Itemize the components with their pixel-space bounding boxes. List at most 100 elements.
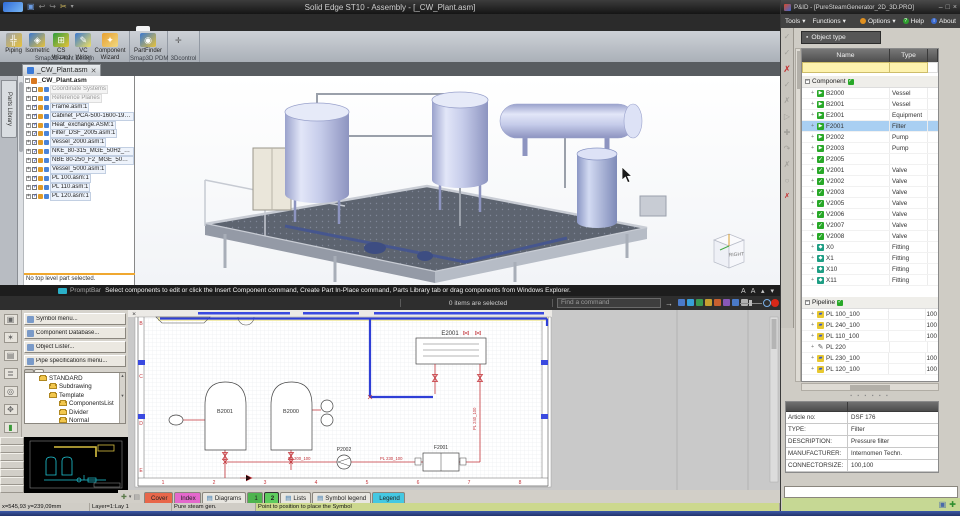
pane-splitter[interactable] xyxy=(24,273,135,275)
component-row[interactable]: B2001 Vessel xyxy=(802,99,938,110)
table-hscrollbar[interactable] xyxy=(801,383,939,391)
setting-cell[interactable] xyxy=(0,477,24,485)
menu-help[interactable]: ?Help xyxy=(903,18,924,25)
rotate-icon[interactable] xyxy=(714,299,721,306)
visibility-checkbox[interactable] xyxy=(32,131,37,136)
sheet-tab[interactable]: Cover xyxy=(144,492,173,503)
delete-small-icon[interactable]: ✗ xyxy=(784,193,790,201)
zoom-area-icon[interactable] xyxy=(687,299,694,306)
pipeline-row[interactable]: PL 110_100 100 xyxy=(802,331,938,342)
tree-item[interactable]: Coordinate Systems xyxy=(24,85,134,94)
visibility-checkbox[interactable] xyxy=(32,167,37,172)
zoom-icon[interactable] xyxy=(696,299,703,306)
sheet-dropdown-icon[interactable]: ▾ xyxy=(129,494,132,500)
expand-icon[interactable] xyxy=(811,211,815,217)
menu-about[interactable]: iAbout xyxy=(931,18,956,25)
expand-icon[interactable] xyxy=(26,96,31,101)
component-row[interactable]: X0 Fitting xyxy=(802,242,938,253)
pid-canvas[interactable]: ✕ E2001 xyxy=(128,310,780,490)
expand-icon[interactable] xyxy=(811,156,815,162)
pipeline-row[interactable]: PL 220 xyxy=(802,342,938,353)
component-row[interactable]: V2005 Valve xyxy=(802,198,938,209)
pipe-spec-icon[interactable]: ≣ xyxy=(4,368,18,379)
record-icon[interactable] xyxy=(771,299,779,307)
tree-item[interactable]: Vessel_2000.asm:1 xyxy=(24,138,134,147)
symbol-tool-icon[interactable]: ✶ xyxy=(4,332,18,343)
setting-cell[interactable] xyxy=(0,469,24,477)
pan-icon[interactable] xyxy=(705,299,712,306)
menu-tools[interactable]: Tools ▾ xyxy=(785,17,805,25)
font-size-icons[interactable] xyxy=(741,287,776,295)
document-tab[interactable]: _CW_Plant.asm ✕ xyxy=(22,64,101,76)
expand-icon[interactable] xyxy=(811,266,815,272)
zoom-slider[interactable] xyxy=(740,303,762,304)
filter-row[interactable] xyxy=(802,62,938,73)
expand-icon[interactable] xyxy=(811,255,815,261)
styles-icon[interactable] xyxy=(732,299,739,306)
views-icon[interactable] xyxy=(723,299,730,306)
connect-icon[interactable]: ✚ xyxy=(949,501,956,509)
folder-item[interactable]: ComponentsList xyxy=(25,400,125,409)
group-checkbox[interactable] xyxy=(848,79,854,85)
component-row[interactable]: E2001 Equipment xyxy=(802,110,938,121)
sheet-tab[interactable]: Lists xyxy=(280,492,311,503)
expand-icon[interactable] xyxy=(811,123,815,129)
folder-item[interactable]: Subdrawing xyxy=(25,383,125,392)
expand-icon[interactable] xyxy=(811,333,815,339)
expand-icon[interactable] xyxy=(811,344,815,350)
expand-icon[interactable] xyxy=(26,114,31,119)
sidebar-button[interactable]: Object Lister... xyxy=(24,341,126,353)
expand-icon[interactable] xyxy=(811,366,815,372)
setting-cell[interactable] xyxy=(0,485,24,493)
setting-cell[interactable] xyxy=(0,453,24,461)
component-row[interactable]: X1 Fitting xyxy=(802,253,938,264)
expand-icon[interactable] xyxy=(811,90,815,96)
check3-icon[interactable]: ✓ xyxy=(784,81,791,89)
tree-item[interactable]: PL 100.asm:1 xyxy=(24,174,134,183)
expand-icon[interactable] xyxy=(811,112,815,118)
zoom-tool-icon[interactable]: ◎ xyxy=(4,386,18,397)
component-row[interactable]: V2008 Valve xyxy=(802,231,938,242)
setting-cell[interactable] xyxy=(0,437,24,445)
copy-sheet-icon[interactable]: ▤ xyxy=(133,493,140,501)
expand-icon[interactable] xyxy=(811,322,815,328)
view-cube[interactable]: RIGHT xyxy=(710,230,748,272)
column-name[interactable]: Name xyxy=(802,49,890,62)
sheet-tab[interactable]: Index xyxy=(174,492,201,503)
expand-icon[interactable] xyxy=(811,311,815,317)
find-command-input[interactable]: Find a command xyxy=(557,298,661,308)
tree-item[interactable]: Cabinet_PCA-500-1600-1900_grey.par:1 xyxy=(24,112,134,121)
panel-splitter[interactable] xyxy=(801,393,939,399)
play-icon[interactable]: ▷ xyxy=(784,113,790,121)
visibility-checkbox[interactable] xyxy=(32,158,37,163)
panel-input-row[interactable] xyxy=(784,486,958,498)
ribbon-button[interactable]: PartFinder xyxy=(133,32,163,55)
visibility-checkbox[interactable] xyxy=(32,114,37,119)
database-icon[interactable]: ▤ xyxy=(4,350,18,361)
tree-item[interactable]: Heat_exchange.ASM:1 xyxy=(24,121,134,130)
setting-cell[interactable] xyxy=(0,461,24,469)
pan-tool-icon[interactable]: ✥ xyxy=(4,404,18,415)
tree-item[interactable]: PL 120.asm:1 xyxy=(24,192,134,201)
ribbon-button[interactable]: Piping xyxy=(3,32,24,55)
refresh-icon[interactable]: ↷ xyxy=(784,145,791,153)
pipeline-row[interactable]: PL 240_100 100 xyxy=(802,320,938,331)
expand-icon[interactable] xyxy=(811,167,815,173)
layer-indicator[interactable]: Layer=1:Lay 1 xyxy=(90,503,172,511)
3d-viewport[interactable] xyxy=(135,76,780,285)
visibility-checkbox[interactable] xyxy=(32,96,37,101)
object-type-dropdown[interactable]: Object type xyxy=(801,31,881,44)
add-icon[interactable]: ✛ xyxy=(175,36,183,44)
component-row[interactable]: P2005 xyxy=(802,154,938,165)
component-row[interactable]: P2002 Pump xyxy=(802,132,938,143)
visibility-checkbox[interactable] xyxy=(32,176,37,181)
expand-icon[interactable] xyxy=(26,140,31,145)
expand-icon[interactable] xyxy=(811,134,815,140)
pipeline-row[interactable]: PL 120_100 100 xyxy=(802,364,938,375)
sidebar-button[interactable]: Component Database... xyxy=(24,327,126,339)
collapse-icon[interactable] xyxy=(805,79,810,84)
go-icon[interactable]: → xyxy=(665,299,673,308)
expand-icon[interactable] xyxy=(26,158,31,163)
sheet-tab[interactable]: Diagrams xyxy=(202,492,247,503)
expand-icon[interactable] xyxy=(811,233,815,239)
